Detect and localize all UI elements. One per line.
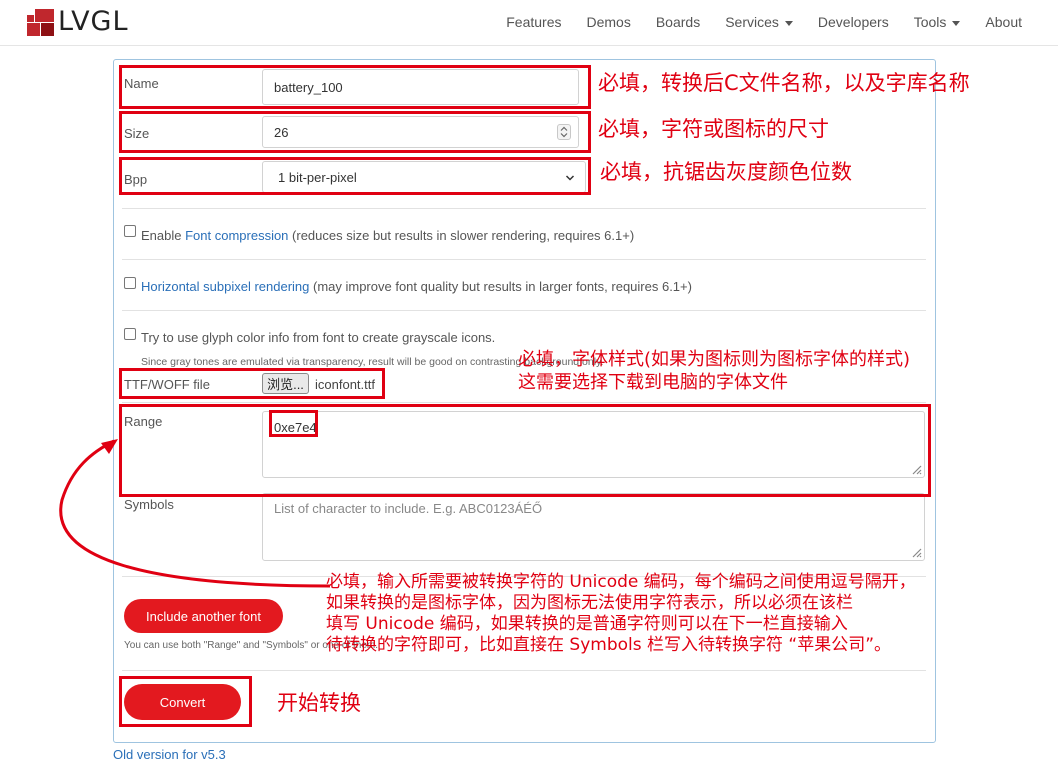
annotation-range-line2: 如果转换的是图标字体，因为图标无法使用字符表示，所以必须在该栏 — [326, 593, 853, 613]
annotation-convert: 开始转换 — [277, 691, 361, 715]
annotation-range-line4: 待转换的字符即可，比如直接在 Symbols 栏写入待转换字符 “苹果公司”。 — [326, 635, 892, 655]
annotation-name: 必填，转换后C文件名称，以及字库名称 — [598, 71, 970, 95]
annotation-ttf-line2: 这需要选择下载到电脑的字体文件 — [518, 372, 788, 393]
annotation-bpp: 必填，抗锯齿灰度颜色位数 — [600, 160, 852, 184]
annotation-range-line3: 填写 Unicode 编码，如果转换的是普通字符则可以在下一栏直接输入 — [326, 614, 848, 634]
annotation-range-line1: 必填，输入所需要被转换字符的 Unicode 编码，每个编码之间使用逗号隔开， — [326, 572, 916, 592]
annotation-size: 必填，字符或图标的尺寸 — [598, 117, 829, 141]
annotation-ttf-line1: 必填，字体样式(如果为图标则为图标字体的样式) — [518, 349, 911, 370]
